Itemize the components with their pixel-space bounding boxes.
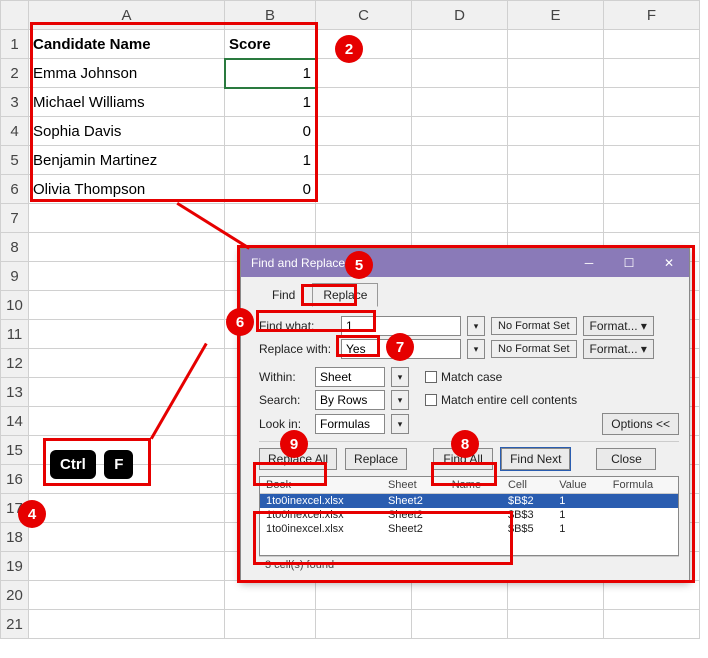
row-header-15[interactable]: 15 — [1, 436, 29, 465]
row-header-13[interactable]: 13 — [1, 378, 29, 407]
select-all-corner[interactable] — [1, 1, 29, 30]
options-button[interactable]: Options << — [602, 413, 679, 435]
chevron-down-icon[interactable]: ▾ — [391, 390, 409, 410]
within-label: Within: — [259, 370, 309, 384]
find-format-button[interactable]: Format... ▾ — [583, 316, 654, 336]
annotation-badge-6: 6 — [226, 308, 254, 336]
cell-B6[interactable]: 0 — [225, 175, 316, 204]
col-header-B[interactable]: B — [225, 1, 316, 30]
tab-find[interactable]: Find — [261, 283, 306, 307]
row-header-1[interactable]: 1 — [1, 30, 29, 59]
keyboard-shortcut: Ctrl F — [48, 448, 135, 481]
cell-A4[interactable]: Sophia Davis — [29, 117, 225, 146]
row-header-9[interactable]: 9 — [1, 262, 29, 291]
match-entire-checkbox[interactable] — [425, 394, 437, 406]
row-header-6[interactable]: 6 — [1, 175, 29, 204]
results-list[interactable]: Book Sheet Name Cell Value Formula 1to0i… — [259, 476, 679, 556]
cell-B2[interactable]: 1 — [225, 59, 316, 88]
results-col-name[interactable]: Name — [446, 477, 502, 494]
chevron-down-icon[interactable]: ▾ — [391, 414, 409, 434]
col-header-D[interactable]: D — [412, 1, 508, 30]
lookin-label: Look in: — [259, 417, 309, 431]
annotation-badge-9: 9 — [280, 430, 308, 458]
find-what-label: Find what: — [259, 319, 335, 333]
find-next-button[interactable]: Find Next — [501, 448, 570, 470]
row-header-8[interactable]: 8 — [1, 233, 29, 262]
result-row[interactable]: 1to0inexcel.xlsxSheet2$B$51 — [260, 522, 678, 536]
row-header-14[interactable]: 14 — [1, 407, 29, 436]
within-select[interactable] — [315, 367, 385, 387]
cell-B1[interactable]: Score — [225, 30, 316, 59]
cell-A3[interactable]: Michael Williams — [29, 88, 225, 117]
annotation-badge-7: 7 — [386, 333, 414, 361]
row-header-3[interactable]: 3 — [1, 88, 29, 117]
replace-format-status: No Format Set — [491, 340, 577, 358]
cell-A1[interactable]: Candidate Name — [29, 30, 225, 59]
annotation-badge-2: 2 — [335, 35, 363, 63]
maximize-icon[interactable]: ☐ — [609, 249, 649, 277]
replace-button[interactable]: Replace — [345, 448, 407, 470]
row-header-16[interactable]: 16 — [1, 465, 29, 494]
results-col-value[interactable]: Value — [553, 477, 607, 494]
col-header-E[interactable]: E — [508, 1, 604, 30]
cell-B4[interactable]: 0 — [225, 117, 316, 146]
minimize-icon[interactable]: ─ — [569, 249, 609, 277]
row-header-12[interactable]: 12 — [1, 349, 29, 378]
match-entire-label: Match entire cell contents — [441, 393, 577, 407]
search-select[interactable] — [315, 390, 385, 410]
find-replace-dialog[interactable]: Find and Replace ─ ☐ ✕ Find Replace Find… — [240, 248, 690, 582]
row-header-2[interactable]: 2 — [1, 59, 29, 88]
replace-with-label: Replace with: — [259, 342, 335, 356]
row-header-18[interactable]: 18 — [1, 523, 29, 552]
results-col-sheet[interactable]: Sheet — [382, 477, 446, 494]
chevron-down-icon[interactable]: ▾ — [467, 316, 485, 336]
annotation-badge-5: 5 — [345, 251, 373, 279]
match-case-checkbox[interactable] — [425, 371, 437, 383]
result-row[interactable]: 1to0inexcel.xlsxSheet2$B$21 — [260, 494, 678, 509]
key-f: F — [104, 450, 133, 479]
lookin-select[interactable] — [315, 414, 385, 434]
replace-format-button[interactable]: Format... ▾ — [583, 339, 654, 359]
cell-A6[interactable]: Olivia Thompson — [29, 175, 225, 204]
results-col-book[interactable]: Book — [260, 477, 382, 494]
chevron-down-icon[interactable]: ▾ — [467, 339, 485, 359]
row-header-7[interactable]: 7 — [1, 204, 29, 233]
result-row[interactable]: 1to0inexcel.xlsxSheet2$B$31 — [260, 508, 678, 522]
row-header-10[interactable]: 10 — [1, 291, 29, 320]
key-ctrl: Ctrl — [50, 450, 96, 479]
dialog-titlebar[interactable]: Find and Replace ─ ☐ ✕ — [241, 249, 689, 277]
row-header-11[interactable]: 11 — [1, 320, 29, 349]
col-header-F[interactable]: F — [604, 1, 700, 30]
cell-B5[interactable]: 1 — [225, 146, 316, 175]
row-header-21[interactable]: 21 — [1, 610, 29, 639]
row-header-20[interactable]: 20 — [1, 581, 29, 610]
annotation-badge-4: 4 — [18, 500, 46, 528]
match-case-label: Match case — [441, 370, 502, 384]
find-format-status: No Format Set — [491, 317, 577, 335]
search-label: Search: — [259, 393, 309, 407]
chevron-down-icon[interactable]: ▾ — [391, 367, 409, 387]
annotation-badge-8: 8 — [451, 430, 479, 458]
cell-A2[interactable]: Emma Johnson — [29, 59, 225, 88]
dialog-title: Find and Replace — [251, 256, 345, 270]
col-header-A[interactable]: A — [29, 1, 225, 30]
close-icon[interactable]: ✕ — [649, 249, 689, 277]
row-header-19[interactable]: 19 — [1, 552, 29, 581]
results-col-formula[interactable]: Formula — [607, 477, 678, 494]
cell-B3[interactable]: 1 — [225, 88, 316, 117]
cell-A5[interactable]: Benjamin Martinez — [29, 146, 225, 175]
tab-replace[interactable]: Replace — [312, 283, 378, 307]
close-button[interactable]: Close — [596, 448, 656, 470]
results-col-cell[interactable]: Cell — [502, 477, 553, 494]
results-status: 3 cell(s) found — [259, 556, 679, 573]
row-header-5[interactable]: 5 — [1, 146, 29, 175]
col-header-C[interactable]: C — [316, 1, 412, 30]
row-header-4[interactable]: 4 — [1, 117, 29, 146]
